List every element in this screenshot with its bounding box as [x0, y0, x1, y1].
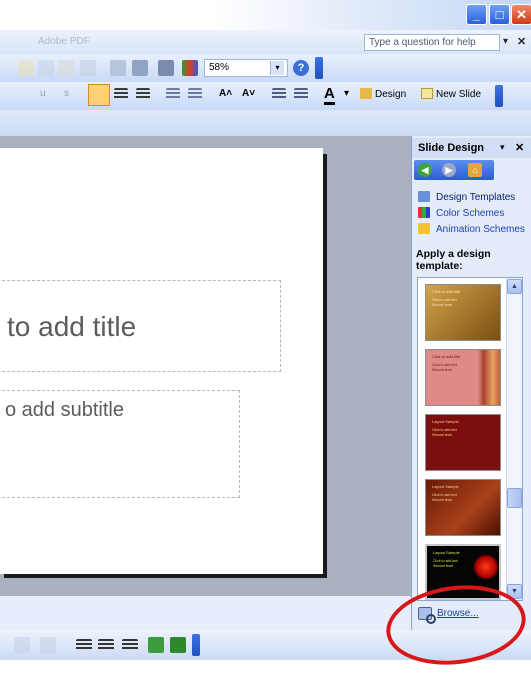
template-thumbnail[interactable]: Click to add title Click to add text Sec…: [425, 284, 501, 341]
ask-question-dropdown-icon[interactable]: ▾: [503, 36, 508, 47]
font-color-draw-icon[interactable]: [40, 637, 56, 653]
shadow-style-icon[interactable]: [148, 637, 164, 653]
minimize-icon: _: [472, 7, 481, 22]
drawing-toolbar-grip[interactable]: [192, 634, 200, 656]
menu-adobe-pdf[interactable]: Adobe PDF: [38, 36, 90, 47]
arrow-style-icon[interactable]: [122, 639, 138, 651]
template-thumbnail-text: Second level: [432, 303, 453, 307]
subtitle-placeholder[interactable]: o add subtitle: [0, 390, 240, 498]
print-icon[interactable]: [58, 60, 74, 76]
template-thumbnail-title: Click to add title: [432, 354, 461, 359]
home-icon[interactable]: ⌂: [468, 163, 482, 177]
save-icon[interactable]: [38, 60, 54, 76]
template-thumbnail-title: Layout Sample: [432, 419, 459, 424]
color-grayscale-icon[interactable]: [182, 60, 198, 76]
design-templates-label: Design Templates: [436, 192, 516, 203]
grow-font-button[interactable]: A˄: [219, 88, 232, 99]
design-templates-link[interactable]: Design Templates: [418, 191, 515, 203]
template-firework-graphic: [473, 554, 499, 580]
increase-indent-icon[interactable]: [294, 88, 308, 100]
decrease-indent-icon[interactable]: [272, 88, 286, 100]
font-color-button[interactable]: A: [324, 85, 335, 105]
scroll-up-icon[interactable]: ▲: [507, 279, 522, 294]
bullets-icon[interactable]: [188, 88, 202, 100]
chart-icon[interactable]: [132, 60, 148, 76]
ask-question-box[interactable]: Type a question for help: [364, 34, 500, 51]
template-thumbnail-text: Second level: [432, 498, 453, 502]
expand-icon[interactable]: [158, 60, 174, 76]
formatting-toolbar: u s A˄ A˅ A ▾ Design New Slide: [0, 82, 531, 110]
forward-icon[interactable]: ▶: [442, 163, 456, 177]
back-icon[interactable]: ◀: [418, 163, 432, 177]
design-templates-icon: [418, 191, 430, 202]
open-icon[interactable]: [18, 60, 34, 76]
color-schemes-label: Color Schemes: [436, 208, 505, 219]
align-right-icon[interactable]: [136, 88, 150, 100]
maximize-icon: □: [495, 7, 504, 22]
numbering-icon[interactable]: [166, 88, 180, 100]
animation-schemes-icon: [418, 223, 430, 234]
shrink-font-button[interactable]: A˅: [242, 88, 255, 99]
new-slide-icon: [421, 88, 433, 99]
title-placeholder[interactable]: to add title: [0, 280, 281, 372]
3d-style-icon[interactable]: [170, 637, 186, 653]
toolbar-options-grip-2[interactable]: [495, 85, 503, 107]
template-thumbnail-title: Layout Sample: [432, 484, 459, 489]
preview-icon[interactable]: [80, 60, 96, 76]
title-bar: [0, 0, 531, 30]
toolbar-strip: [0, 110, 531, 136]
underline-button[interactable]: u: [40, 88, 46, 99]
maximize-button[interactable]: □: [489, 4, 510, 25]
color-schemes-link[interactable]: Color Schemes: [418, 207, 504, 219]
notes-pane[interactable]: [0, 596, 411, 630]
template-thumbnail-text: Second level: [432, 433, 453, 437]
toolbar-options-grip[interactable]: [315, 57, 323, 79]
task-pane-close-icon[interactable]: ✕: [515, 141, 524, 154]
table-icon[interactable]: [110, 60, 126, 76]
task-pane-title[interactable]: Slide Design: [418, 142, 484, 154]
title-placeholder-text: to add title: [7, 311, 137, 342]
template-thumbnail[interactable]: Layout Sample Click to add text Second l…: [425, 479, 501, 536]
task-pane-dropdown-icon[interactable]: ▾: [500, 142, 505, 153]
color-schemes-icon: [418, 207, 430, 218]
template-thumbnail-text: Second level: [432, 368, 453, 372]
zoom-dropdown-icon[interactable]: ▾: [270, 61, 284, 75]
apply-template-heading: Apply a design template:: [416, 248, 491, 272]
animation-schemes-link[interactable]: Animation Schemes: [418, 223, 525, 235]
align-left-button[interactable]: [88, 84, 110, 106]
shadow-button[interactable]: s: [64, 88, 69, 99]
line-color-icon[interactable]: [14, 637, 30, 653]
animation-schemes-label: Animation Schemes: [436, 224, 525, 235]
template-thumbnail[interactable]: Layout Sample Click to add text Second l…: [425, 414, 501, 471]
ask-question-placeholder: Type a question for help: [369, 37, 476, 48]
help-icon[interactable]: ?: [293, 60, 309, 76]
scroll-thumb[interactable]: [507, 488, 522, 508]
line-style-icon[interactable]: [76, 639, 92, 651]
zoom-value: 58%: [209, 62, 230, 73]
new-slide-button[interactable]: New Slide: [421, 88, 481, 100]
design-label: Design: [375, 89, 407, 100]
new-slide-label: New Slide: [436, 89, 482, 100]
gallery-scrollbar[interactable]: [506, 278, 522, 600]
minimize-button[interactable]: _: [466, 4, 487, 25]
design-icon: [360, 88, 372, 99]
design-button[interactable]: Design: [360, 88, 406, 100]
font-color-dropdown-icon[interactable]: ▾: [344, 88, 349, 99]
align-center-icon[interactable]: [114, 88, 128, 100]
template-thumbnail-title: Click to add title: [432, 289, 461, 294]
template-thumbnail[interactable]: Click to add title Click to add text Sec…: [425, 349, 501, 406]
subtitle-placeholder-text: o add subtitle: [5, 399, 124, 421]
dash-style-icon[interactable]: [98, 639, 114, 651]
close-icon: ✕: [516, 7, 527, 22]
close-document-icon[interactable]: ✕: [517, 35, 526, 48]
close-window-button[interactable]: ✕: [511, 4, 531, 25]
